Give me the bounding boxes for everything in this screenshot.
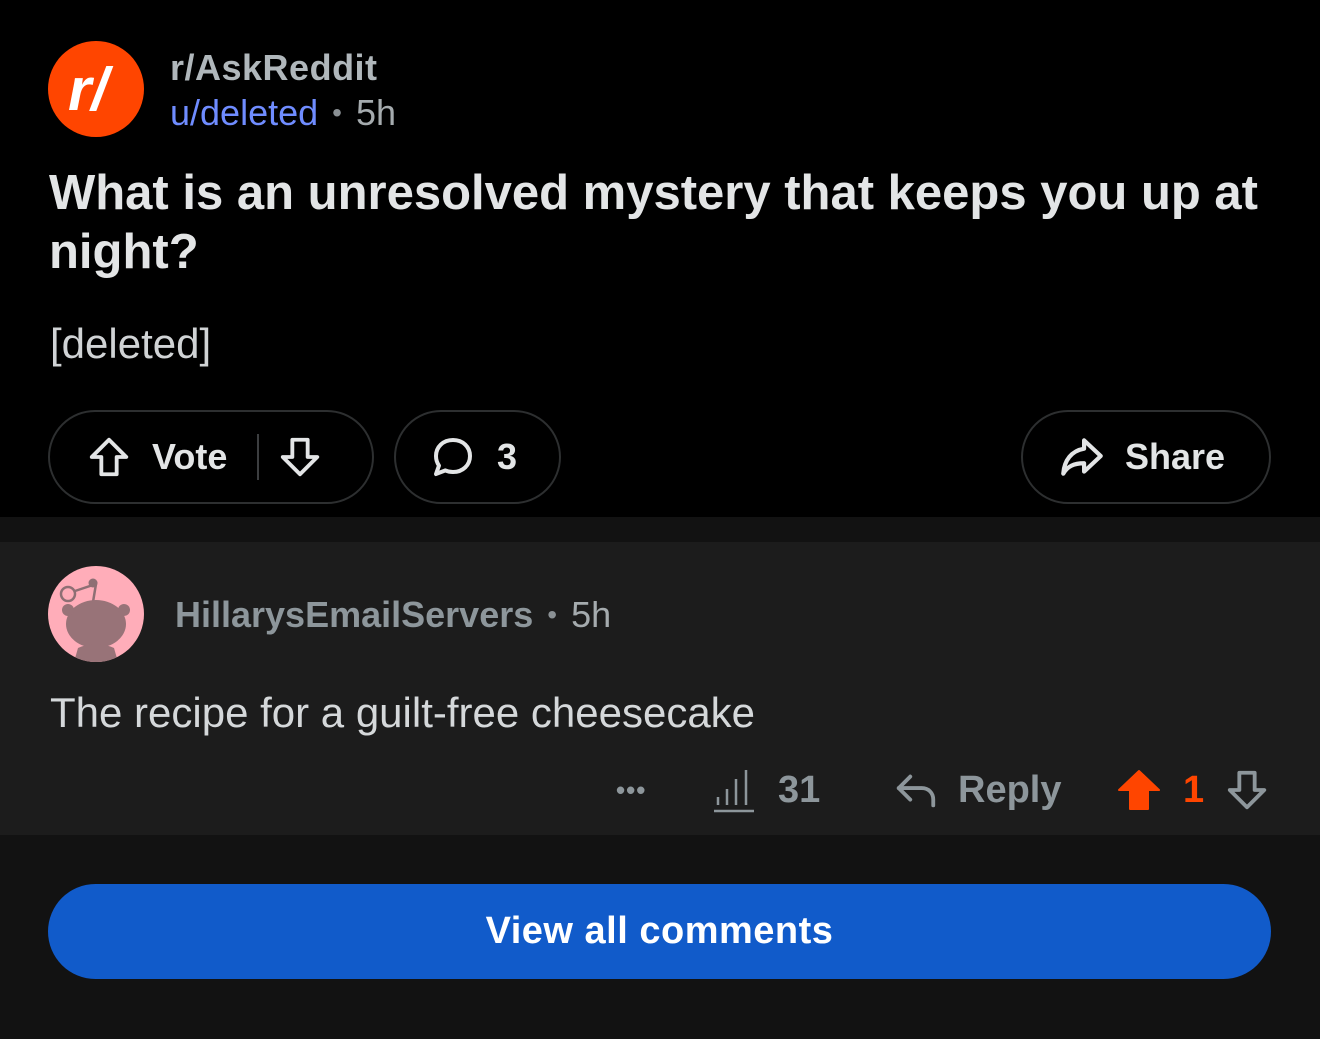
downvote-icon	[1227, 770, 1267, 810]
downvote-button[interactable]	[277, 434, 323, 480]
stats-bars-icon	[714, 770, 754, 813]
comment-bubble-icon	[434, 438, 472, 476]
vote-divider	[257, 434, 260, 480]
downvote-icon	[281, 437, 320, 477]
comment-actions: ••• 31 Reply 1	[0, 760, 1320, 820]
upvote-button[interactable]	[86, 434, 132, 480]
vote-label: Vote	[152, 436, 228, 477]
comment-text: The recipe for a guilt-free cheesecake	[50, 689, 756, 736]
comment-time: 5h	[571, 594, 612, 635]
more-dots-icon: •••	[616, 774, 647, 805]
divider	[0, 517, 1320, 542]
comment-score: 1	[1183, 760, 1204, 820]
comments-button[interactable]: 3	[394, 410, 561, 504]
more-options-button[interactable]: •••	[616, 760, 646, 820]
post-time: 5h	[355, 92, 396, 133]
meta-separator: •	[332, 97, 342, 128]
comment-upvote-button[interactable]	[1115, 760, 1163, 820]
upvote-icon	[89, 437, 129, 477]
subreddit-name[interactable]: r/AskReddit	[170, 47, 378, 89]
comment-count: 3	[497, 436, 518, 477]
reply-button[interactable]: Reply	[892, 760, 1061, 820]
post-title[interactable]: What is an unresolved mystery that keeps…	[49, 164, 1279, 282]
share-label: Share	[1125, 436, 1226, 477]
post-author-link[interactable]: u/deleted	[170, 92, 318, 134]
share-button[interactable]: Share	[1021, 410, 1271, 504]
subreddit-avatar[interactable]: r/	[48, 41, 144, 137]
reddit-logo-icon: r/	[68, 58, 113, 120]
views-stats-button[interactable]: 31	[710, 760, 820, 820]
share-arrow-icon	[1061, 438, 1103, 476]
comment-author[interactable]: HillarysEmailServers	[175, 594, 533, 636]
commenter-avatar[interactable]	[48, 566, 144, 662]
upvote-filled-icon	[1118, 770, 1160, 810]
comment-score-value: 1	[1183, 768, 1205, 811]
post-body: [deleted]	[50, 320, 212, 367]
svg-text:r/: r/	[68, 58, 113, 120]
view-all-comments-button[interactable]: View all comments	[48, 884, 1271, 979]
reply-label: Reply	[958, 768, 1062, 811]
views-count: 31	[778, 768, 821, 811]
snoo-avatar-icon	[59, 578, 130, 662]
vote-pill: Vote	[48, 410, 374, 504]
comment-meta: HillarysEmailServers • 5h	[175, 594, 611, 636]
reply-arrow-icon	[896, 774, 936, 808]
post-meta: u/deleted • 5h	[170, 92, 396, 134]
comment-downvote-button[interactable]	[1224, 760, 1270, 820]
meta-separator: •	[547, 599, 558, 630]
